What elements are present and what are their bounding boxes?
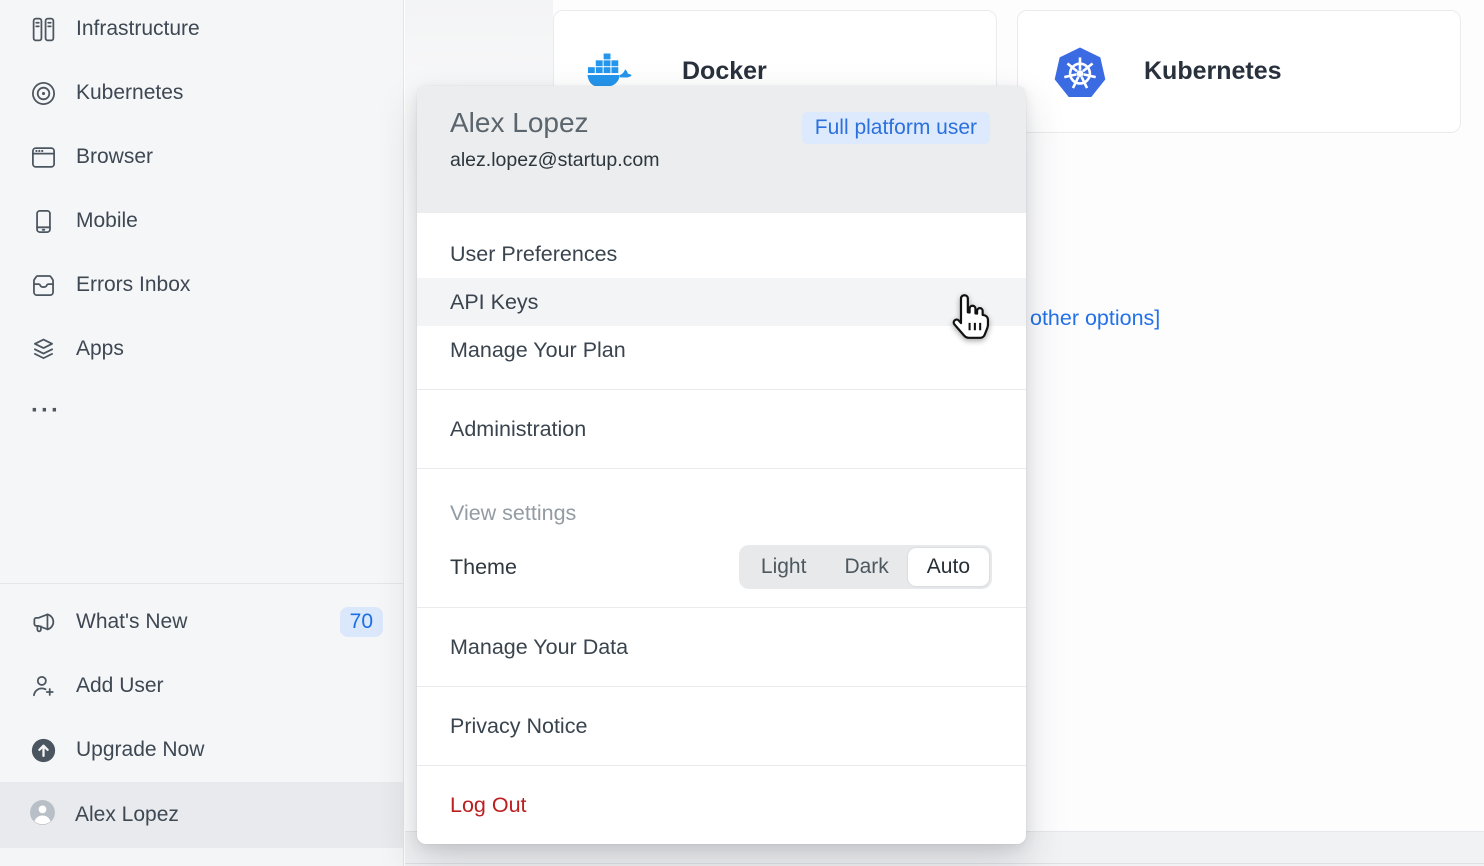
sidebar-item-add-user[interactable]: Add User [0, 654, 403, 718]
ellipsis-icon: ··· [31, 399, 61, 423]
theme-toggle: Light Dark Auto [739, 545, 992, 589]
user-account-menu: Alex Lopez alez.lopez@startup.com Full p… [417, 86, 1026, 844]
menu-group-data: Manage Your Data [417, 607, 1026, 686]
sidebar-label: Alex Lopez [75, 803, 179, 827]
sidebar-label: What's New [76, 610, 187, 634]
infrastructure-icon [29, 15, 57, 43]
sidebar-label: Errors Inbox [76, 273, 190, 297]
whats-new-count-badge: 70 [340, 607, 383, 637]
sidebar-more-button[interactable]: ··· [0, 381, 403, 441]
menu-item-administration[interactable]: Administration [417, 405, 1026, 453]
menu-group-admin: Administration [417, 389, 1026, 468]
card-kubernetes[interactable]: Kubernetes [1017, 10, 1461, 133]
menu-group-privacy: Privacy Notice [417, 686, 1026, 765]
sidebar-footer-strip [0, 848, 403, 866]
menu-group-view-settings: View settings Theme Light Dark Auto [417, 468, 1026, 607]
user-avatar [29, 799, 56, 832]
sidebar-item-apps[interactable]: Apps [0, 317, 403, 381]
kubernetes-logo-icon [1054, 46, 1106, 98]
sidebar-item-mobile[interactable]: Mobile [0, 189, 403, 253]
sidebar-item-infrastructure[interactable]: Infrastructure [0, 0, 403, 61]
menu-item-privacy-notice[interactable]: Privacy Notice [417, 702, 1026, 750]
sidebar-label: Upgrade Now [76, 738, 204, 762]
sidebar-item-current-user[interactable]: Alex Lopez [0, 782, 403, 848]
sidebar-label: Apps [76, 337, 124, 361]
menu-group-logout: Log Out [417, 765, 1026, 844]
docker-logo-icon [586, 53, 632, 91]
menu-item-user-preferences[interactable]: User Preferences [417, 230, 1026, 278]
mobile-phone-icon [29, 207, 57, 235]
user-menu-header: Alex Lopez alez.lopez@startup.com Full p… [417, 86, 1026, 213]
user-email: alez.lopez@startup.com [450, 149, 1026, 172]
theme-option-dark[interactable]: Dark [825, 548, 907, 586]
menu-item-api-keys[interactable]: API Keys [417, 278, 1026, 326]
sidebar-item-kubernetes[interactable]: Kubernetes [0, 61, 403, 125]
theme-row: Theme Light Dark Auto [417, 543, 1026, 591]
user-role-badge: Full platform user [802, 112, 990, 144]
sidebar-item-errors-inbox[interactable]: Errors Inbox [0, 253, 403, 317]
sidebar-item-upgrade-now[interactable]: Upgrade Now [0, 718, 403, 782]
sidebar: Infrastructure Kubernetes Browser Mobile… [0, 0, 404, 866]
theme-label: Theme [450, 555, 517, 580]
view-settings-label: View settings [417, 495, 1026, 531]
menu-item-log-out[interactable]: Log Out [417, 781, 1026, 829]
sidebar-label: Kubernetes [76, 81, 183, 105]
menu-item-manage-your-plan[interactable]: Manage Your Plan [417, 326, 1026, 374]
card-kubernetes-label: Kubernetes [1144, 57, 1282, 86]
other-options-link[interactable]: other options] [1030, 306, 1160, 331]
browser-window-icon [29, 143, 57, 171]
hand-pointer-cursor [948, 292, 995, 342]
sidebar-bottom-section: What's New 70 Add User Upgrade Now Alex … [0, 583, 403, 866]
sidebar-item-browser[interactable]: Browser [0, 125, 403, 189]
sidebar-label: Mobile [76, 209, 138, 233]
menu-item-manage-your-data[interactable]: Manage Your Data [417, 623, 1026, 671]
card-docker-label: Docker [682, 57, 767, 86]
upgrade-arrow-icon [29, 736, 57, 764]
menu-group-account: User Preferences API Keys Manage Your Pl… [417, 213, 1026, 389]
megaphone-icon [29, 608, 57, 636]
kubernetes-target-icon [29, 79, 57, 107]
sidebar-item-whats-new[interactable]: What's New 70 [0, 590, 403, 654]
apps-layers-icon [29, 335, 57, 363]
sidebar-label: Infrastructure [76, 17, 200, 41]
sidebar-label: Add User [76, 674, 164, 698]
theme-option-light[interactable]: Light [742, 548, 826, 586]
errors-inbox-tray-icon [29, 271, 57, 299]
add-user-icon [29, 672, 57, 700]
sidebar-label: Browser [76, 145, 153, 169]
theme-option-auto[interactable]: Auto [908, 548, 989, 586]
